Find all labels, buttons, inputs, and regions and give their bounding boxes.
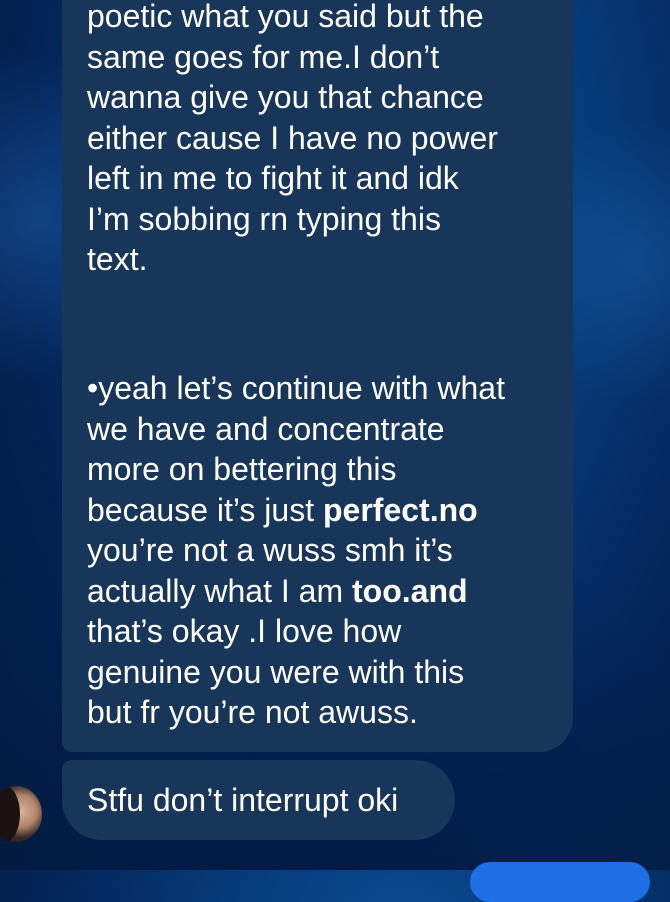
message-paragraph: poetic what you said but the same goes f… xyxy=(87,0,498,277)
message-bold-text: too.and xyxy=(352,572,468,609)
message-text: that’s okay .I love how genuine you were… xyxy=(87,613,465,730)
message-bold-text: perfect.no xyxy=(322,491,478,528)
received-message-bubble[interactable]: poetic what you said but the same goes f… xyxy=(62,0,573,752)
avatar-hair xyxy=(0,786,20,842)
sent-message-bubble[interactable] xyxy=(470,862,650,902)
message-paragraph: •yeah let’s continue with what we have a… xyxy=(87,368,557,733)
received-message-bubble[interactable]: Stfu don’t interrupt oki xyxy=(62,760,455,840)
message-text: Stfu don’t interrupt oki xyxy=(87,781,399,818)
